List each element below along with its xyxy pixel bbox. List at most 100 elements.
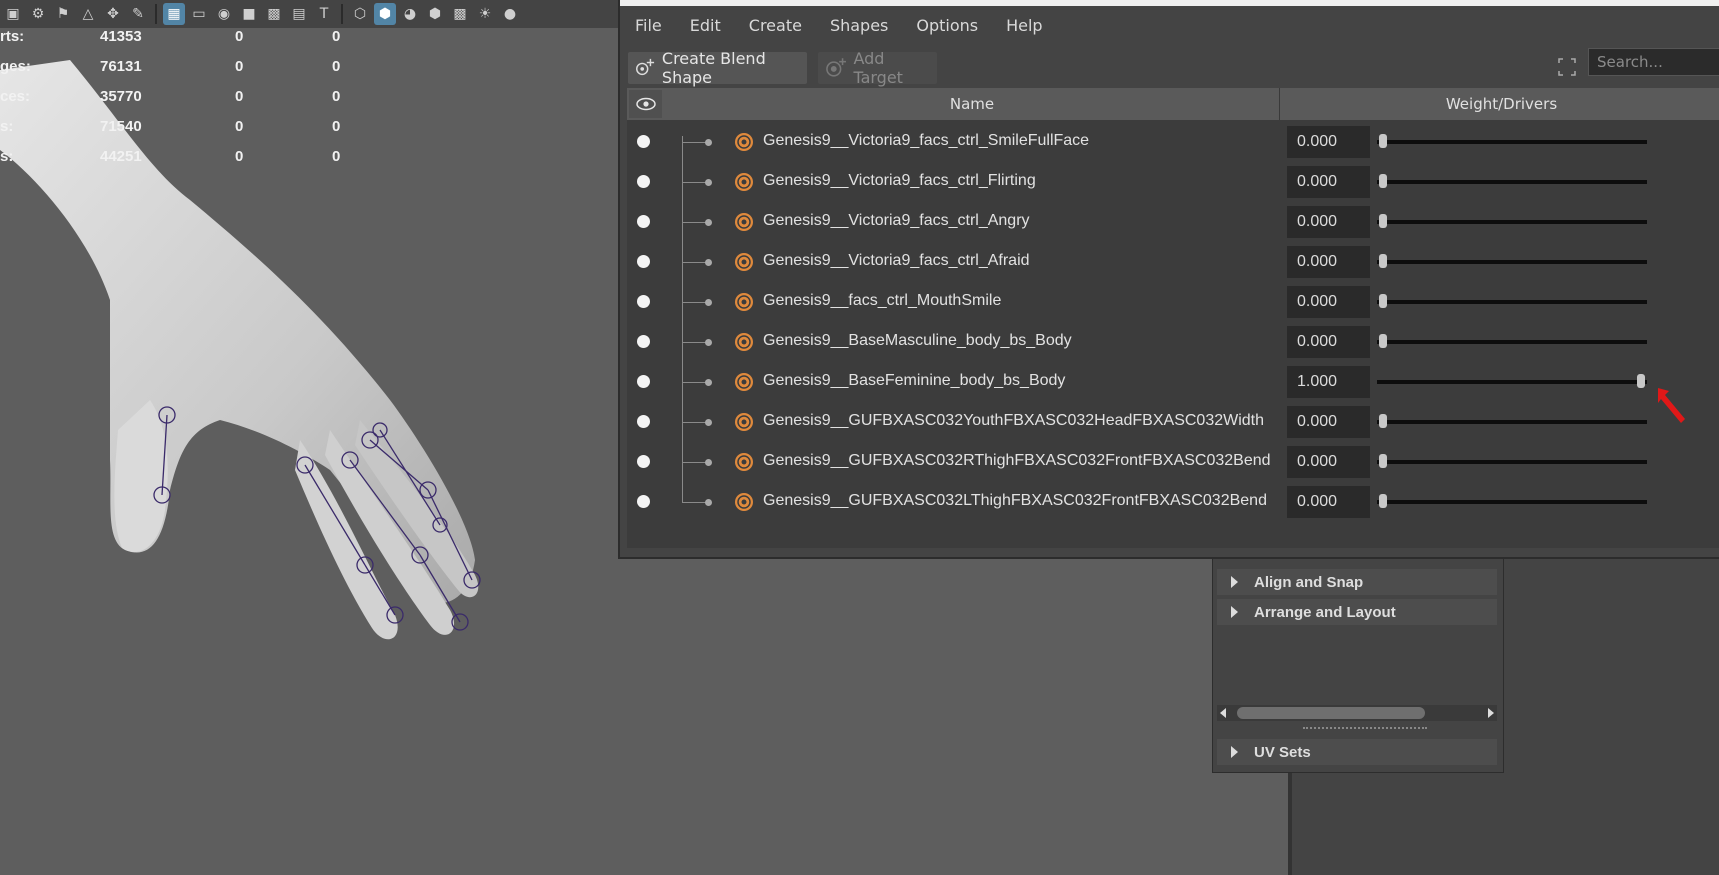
field-chart-icon[interactable]: ▩ bbox=[263, 3, 285, 25]
weight-input[interactable]: 0.000 bbox=[1287, 206, 1370, 238]
tree-node bbox=[705, 419, 712, 426]
slider-thumb[interactable] bbox=[1637, 374, 1645, 388]
weight-input[interactable]: 0.000 bbox=[1287, 326, 1370, 358]
pan-icon[interactable]: ✥ bbox=[102, 3, 124, 25]
menu-shapes[interactable]: Shapes bbox=[815, 16, 901, 35]
weight-slider[interactable] bbox=[1377, 220, 1647, 224]
visibility-toggle[interactable] bbox=[637, 375, 650, 388]
table-row[interactable]: Genesis9__Victoria9_facs_ctrl_Flirting 0… bbox=[627, 162, 1719, 202]
camera-settings-icon[interactable]: ⚙ bbox=[27, 3, 49, 25]
shadows-icon[interactable]: ● bbox=[499, 3, 521, 25]
hud-value: 0 bbox=[235, 118, 244, 135]
slider-thumb[interactable] bbox=[1379, 134, 1387, 148]
weight-slider[interactable] bbox=[1377, 420, 1647, 424]
hud-value: 0 bbox=[235, 28, 244, 45]
scroll-right-icon[interactable] bbox=[1488, 708, 1494, 718]
weight-input[interactable]: 0.000 bbox=[1287, 166, 1370, 198]
menu-create[interactable]: Create bbox=[734, 16, 815, 35]
search-placeholder: Search... bbox=[1597, 53, 1663, 71]
weight-slider[interactable] bbox=[1377, 340, 1647, 344]
table-row[interactable]: Genesis9__GUFBXASC032RThighFBXASC032Fron… bbox=[627, 442, 1719, 482]
table-row[interactable]: Genesis9__Victoria9_facs_ctrl_SmileFullF… bbox=[627, 122, 1719, 162]
smooth-shade-icon[interactable]: ⬢ bbox=[374, 3, 396, 25]
visibility-toggle[interactable] bbox=[637, 175, 650, 188]
slider-thumb[interactable] bbox=[1379, 454, 1387, 468]
weight-slider[interactable] bbox=[1377, 180, 1647, 184]
create-blend-shape-button[interactable]: Create Blend Shape bbox=[628, 49, 807, 87]
weight-slider[interactable] bbox=[1377, 140, 1647, 144]
resize-handle[interactable] bbox=[1303, 727, 1427, 729]
safe-action-icon[interactable]: ▤ bbox=[288, 3, 310, 25]
table-row[interactable]: Genesis9__Victoria9_facs_ctrl_Afraid 0.0… bbox=[627, 242, 1719, 282]
weight-input[interactable]: 0.000 bbox=[1287, 406, 1370, 438]
weight-input[interactable]: 1.000 bbox=[1287, 366, 1370, 398]
default-material-icon[interactable]: ◕ bbox=[399, 3, 421, 25]
slider-thumb[interactable] bbox=[1379, 214, 1387, 228]
visibility-column-header[interactable] bbox=[629, 90, 662, 118]
weight-input[interactable]: 0.000 bbox=[1287, 286, 1370, 318]
menu-edit[interactable]: Edit bbox=[675, 16, 734, 35]
resolution-gate-icon[interactable]: ◉ bbox=[213, 3, 235, 25]
visibility-toggle[interactable] bbox=[637, 255, 650, 268]
hud-value: 44251 bbox=[100, 148, 142, 165]
hud-row: s: 71540 0 0 bbox=[0, 116, 360, 146]
visibility-toggle[interactable] bbox=[637, 135, 650, 148]
horizontal-scrollbar[interactable] bbox=[1217, 705, 1497, 721]
section-uv-sets[interactable]: UV Sets bbox=[1217, 739, 1497, 765]
slider-thumb[interactable] bbox=[1379, 334, 1387, 348]
weight-input[interactable]: 0.000 bbox=[1287, 246, 1370, 278]
slider-thumb[interactable] bbox=[1379, 294, 1387, 308]
visibility-toggle[interactable] bbox=[637, 495, 650, 508]
scroll-left-icon[interactable] bbox=[1220, 708, 1226, 718]
table-row[interactable]: Genesis9__BaseFeminine_body_bs_Body 1.00… bbox=[627, 362, 1719, 402]
wireframe-icon[interactable]: ⬡ bbox=[349, 3, 371, 25]
weight-slider[interactable] bbox=[1377, 500, 1647, 504]
search-input[interactable]: Search... bbox=[1588, 48, 1719, 76]
checker-icon[interactable]: ▩ bbox=[449, 3, 471, 25]
weight-input[interactable]: 0.000 bbox=[1287, 126, 1370, 158]
weight-slider[interactable] bbox=[1377, 380, 1647, 384]
safe-title-icon[interactable]: T bbox=[313, 3, 335, 25]
table-row[interactable]: Genesis9__GUFBXASC032LThighFBXASC032Fron… bbox=[627, 482, 1719, 522]
brush-icon[interactable]: ✎ bbox=[127, 3, 149, 25]
slider-thumb[interactable] bbox=[1379, 254, 1387, 268]
visibility-toggle[interactable] bbox=[637, 335, 650, 348]
toolbar-separator bbox=[341, 4, 343, 24]
table-row[interactable]: Genesis9__GUFBXASC032YouthFBXASC032HeadF… bbox=[627, 402, 1719, 442]
weight-slider[interactable] bbox=[1377, 460, 1647, 464]
weight-input[interactable]: 0.000 bbox=[1287, 486, 1370, 518]
visibility-toggle[interactable] bbox=[637, 215, 650, 228]
visibility-toggle[interactable] bbox=[637, 295, 650, 308]
camera-icon[interactable]: ▣ bbox=[2, 3, 24, 25]
table-row[interactable]: Genesis9__facs_ctrl_MouthSmile 0.000 bbox=[627, 282, 1719, 322]
name-column-label: Name bbox=[949, 95, 995, 113]
weight-slider[interactable] bbox=[1377, 260, 1647, 264]
scrollbar-thumb[interactable] bbox=[1237, 707, 1425, 719]
weight-column-header[interactable]: Weight/Drivers bbox=[1282, 88, 1719, 120]
section-arrange-and-layout[interactable]: Arrange and Layout bbox=[1217, 599, 1497, 625]
lights-icon[interactable]: ☀ bbox=[474, 3, 496, 25]
bookmark-icon[interactable]: ⚑ bbox=[52, 3, 74, 25]
table-row[interactable]: Genesis9__BaseMasculine_body_bs_Body 0.0… bbox=[627, 322, 1719, 362]
menu-options[interactable]: Options bbox=[901, 16, 991, 35]
textured-icon[interactable]: ⬢ bbox=[424, 3, 446, 25]
section-align-and-snap[interactable]: Align and Snap bbox=[1217, 569, 1497, 595]
gate-mask-icon[interactable]: ■ bbox=[238, 3, 260, 25]
name-column-header[interactable]: Name bbox=[665, 88, 1280, 120]
weight-input[interactable]: 0.000 bbox=[1287, 446, 1370, 478]
visibility-toggle[interactable] bbox=[637, 415, 650, 428]
grid-icon[interactable]: ▦ bbox=[163, 3, 185, 25]
frame-selection-icon[interactable] bbox=[1556, 56, 1578, 78]
visibility-toggle[interactable] bbox=[637, 455, 650, 468]
film-gate-icon[interactable]: ▭ bbox=[188, 3, 210, 25]
target-name: Genesis9__Victoria9_facs_ctrl_Afraid bbox=[763, 252, 1030, 269]
menu-help[interactable]: Help bbox=[991, 16, 1055, 35]
table-row[interactable]: Genesis9__Victoria9_facs_ctrl_Angry 0.00… bbox=[627, 202, 1719, 242]
grid-plane-icon[interactable]: △ bbox=[77, 3, 99, 25]
menu-file[interactable]: File bbox=[620, 16, 675, 35]
add-target-button[interactable]: Add Target bbox=[818, 49, 937, 87]
weight-slider[interactable] bbox=[1377, 300, 1647, 304]
slider-thumb[interactable] bbox=[1379, 414, 1387, 428]
slider-thumb[interactable] bbox=[1379, 494, 1387, 508]
slider-thumb[interactable] bbox=[1379, 174, 1387, 188]
